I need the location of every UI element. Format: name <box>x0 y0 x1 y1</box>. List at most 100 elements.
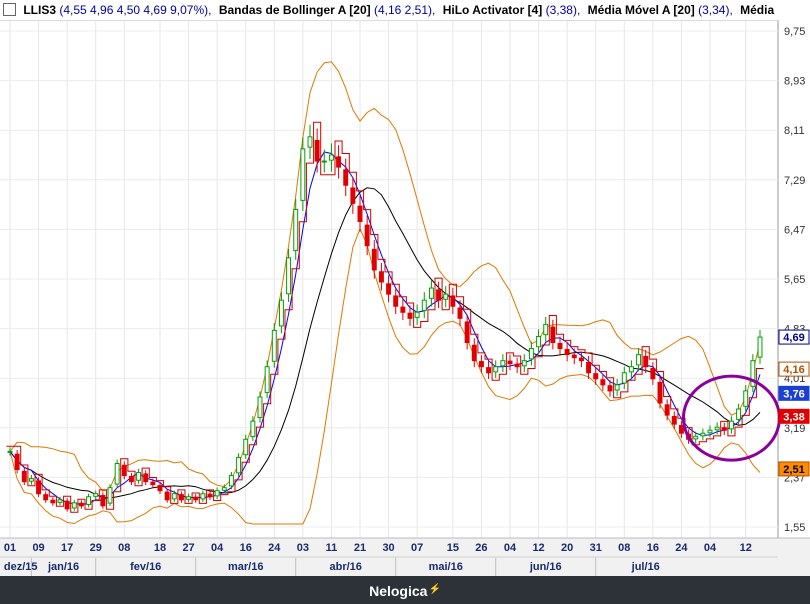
legend-bollinger-values: (4,16 2,51), <box>373 3 436 17</box>
candle-body <box>57 499 63 503</box>
x-tick-day: 08 <box>118 542 130 554</box>
legend-checkbox[interactable] <box>3 3 16 16</box>
price-tag: 4,16 <box>778 361 810 377</box>
y-tick-label: 8,11 <box>784 125 805 137</box>
candle-body <box>421 299 427 311</box>
x-tick-day: 07 <box>411 542 423 554</box>
candle-body <box>650 368 656 380</box>
price-tag-label: 3,76 <box>783 388 804 400</box>
x-tick-month: fev/16 <box>130 561 161 573</box>
candle-body <box>536 335 542 348</box>
candle-body <box>550 326 556 344</box>
legend-ma2-name[interactable]: Média M <box>740 3 778 17</box>
candle-body <box>443 293 449 300</box>
candle-body <box>121 464 127 477</box>
y-tick-label: 9,75 <box>784 26 805 38</box>
candle-body <box>514 363 520 368</box>
candle-body <box>478 361 484 368</box>
x-tick-day: 29 <box>90 542 102 554</box>
y-tick-label: 6,47 <box>784 224 805 236</box>
x-tick-day: 04 <box>704 542 717 554</box>
candle-body <box>328 154 334 161</box>
candle-body <box>378 271 384 283</box>
candle-body <box>393 295 399 307</box>
x-tick-month: jul/16 <box>631 561 660 573</box>
candle-body <box>250 420 256 438</box>
x-tick-day: 31 <box>590 542 602 554</box>
candle-body <box>700 432 706 437</box>
candle-body <box>71 502 77 509</box>
x-tick-day: 12 <box>532 542 544 554</box>
candle-body <box>271 329 277 362</box>
candle-body <box>178 494 184 501</box>
candle-body <box>593 373 599 380</box>
price-tag: 2,51 <box>778 461 810 477</box>
candle-body <box>736 408 742 420</box>
candle-body <box>586 361 592 374</box>
candle-body <box>636 354 642 366</box>
candle-body <box>336 156 342 168</box>
candle-body <box>236 456 242 474</box>
candle-body <box>64 500 70 510</box>
legend-bollinger-name[interactable]: Bandas de Bollinger A [20] <box>219 3 371 17</box>
candle-body <box>364 224 370 247</box>
candle-body <box>528 348 534 360</box>
x-tick-day: 24 <box>675 542 688 554</box>
candle-body <box>321 160 327 163</box>
candle-body <box>264 366 270 393</box>
candle-body <box>21 470 27 483</box>
candle-body <box>628 366 634 373</box>
price-chart[interactable]: 9,758,938,117,296,475,654,834,013,192,37… <box>0 0 810 576</box>
brand-name: Nelogica <box>369 583 428 599</box>
candle-body <box>671 415 677 425</box>
candle-body <box>493 366 499 373</box>
legend-hilo-values: (3,38), <box>545 3 581 17</box>
indicator-legend: LLIS3 (4,55 4,96 4,50 4,69 9,07%), Banda… <box>0 0 778 21</box>
candle-body <box>721 427 727 431</box>
legend-symbol: LLIS3 <box>23 3 57 17</box>
candle-body <box>50 499 56 504</box>
x-tick-day: 08 <box>618 542 630 554</box>
candle-body <box>36 480 42 495</box>
x-tick-day: 27 <box>182 542 194 554</box>
x-tick-day: 03 <box>297 542 309 554</box>
candle-body <box>464 321 470 344</box>
price-tag-label: 4,16 <box>783 364 804 376</box>
x-tick-day: 12 <box>740 542 752 554</box>
candle-body <box>728 420 734 430</box>
x-tick-day: 18 <box>154 542 166 554</box>
candle-body <box>207 493 213 498</box>
x-tick-day: 01 <box>4 542 16 554</box>
candle-body <box>214 490 220 497</box>
candle-body <box>293 208 299 252</box>
legend-symbol-values: (4,55 4,96 4,50 4,69 9,07%), <box>59 3 212 17</box>
candle-body <box>428 287 434 299</box>
candle-body <box>200 493 206 500</box>
candle-body <box>114 462 120 485</box>
candle-body <box>543 323 549 336</box>
x-tick-month: mai/16 <box>429 561 463 573</box>
candle-body <box>286 257 292 295</box>
candle-body <box>657 381 663 404</box>
candle-body <box>557 342 563 350</box>
candle-body <box>93 493 99 497</box>
y-tick-label: 1,55 <box>784 522 805 534</box>
candle-body <box>371 248 377 271</box>
candle-body <box>564 348 570 356</box>
candle-body <box>314 139 320 162</box>
candle-body <box>186 496 192 500</box>
x-tick-day: 09 <box>32 542 44 554</box>
candle-body <box>600 379 606 386</box>
candle-body <box>714 426 720 431</box>
x-tick-day: 30 <box>382 542 394 554</box>
legend-hilo-name[interactable]: HiLo Activator [4] <box>443 3 543 17</box>
candle <box>107 484 113 507</box>
candle-body <box>193 496 199 501</box>
x-tick-day: 21 <box>354 542 366 554</box>
x-tick-day: 16 <box>647 542 659 554</box>
y-tick-label: 7,29 <box>784 175 805 187</box>
legend-ma-name[interactable]: Média Móvel A [20] <box>588 3 695 17</box>
legend-ma-values: (3,34), <box>698 3 733 17</box>
x-tick-day: 04 <box>504 542 517 554</box>
candle-body <box>143 473 149 483</box>
